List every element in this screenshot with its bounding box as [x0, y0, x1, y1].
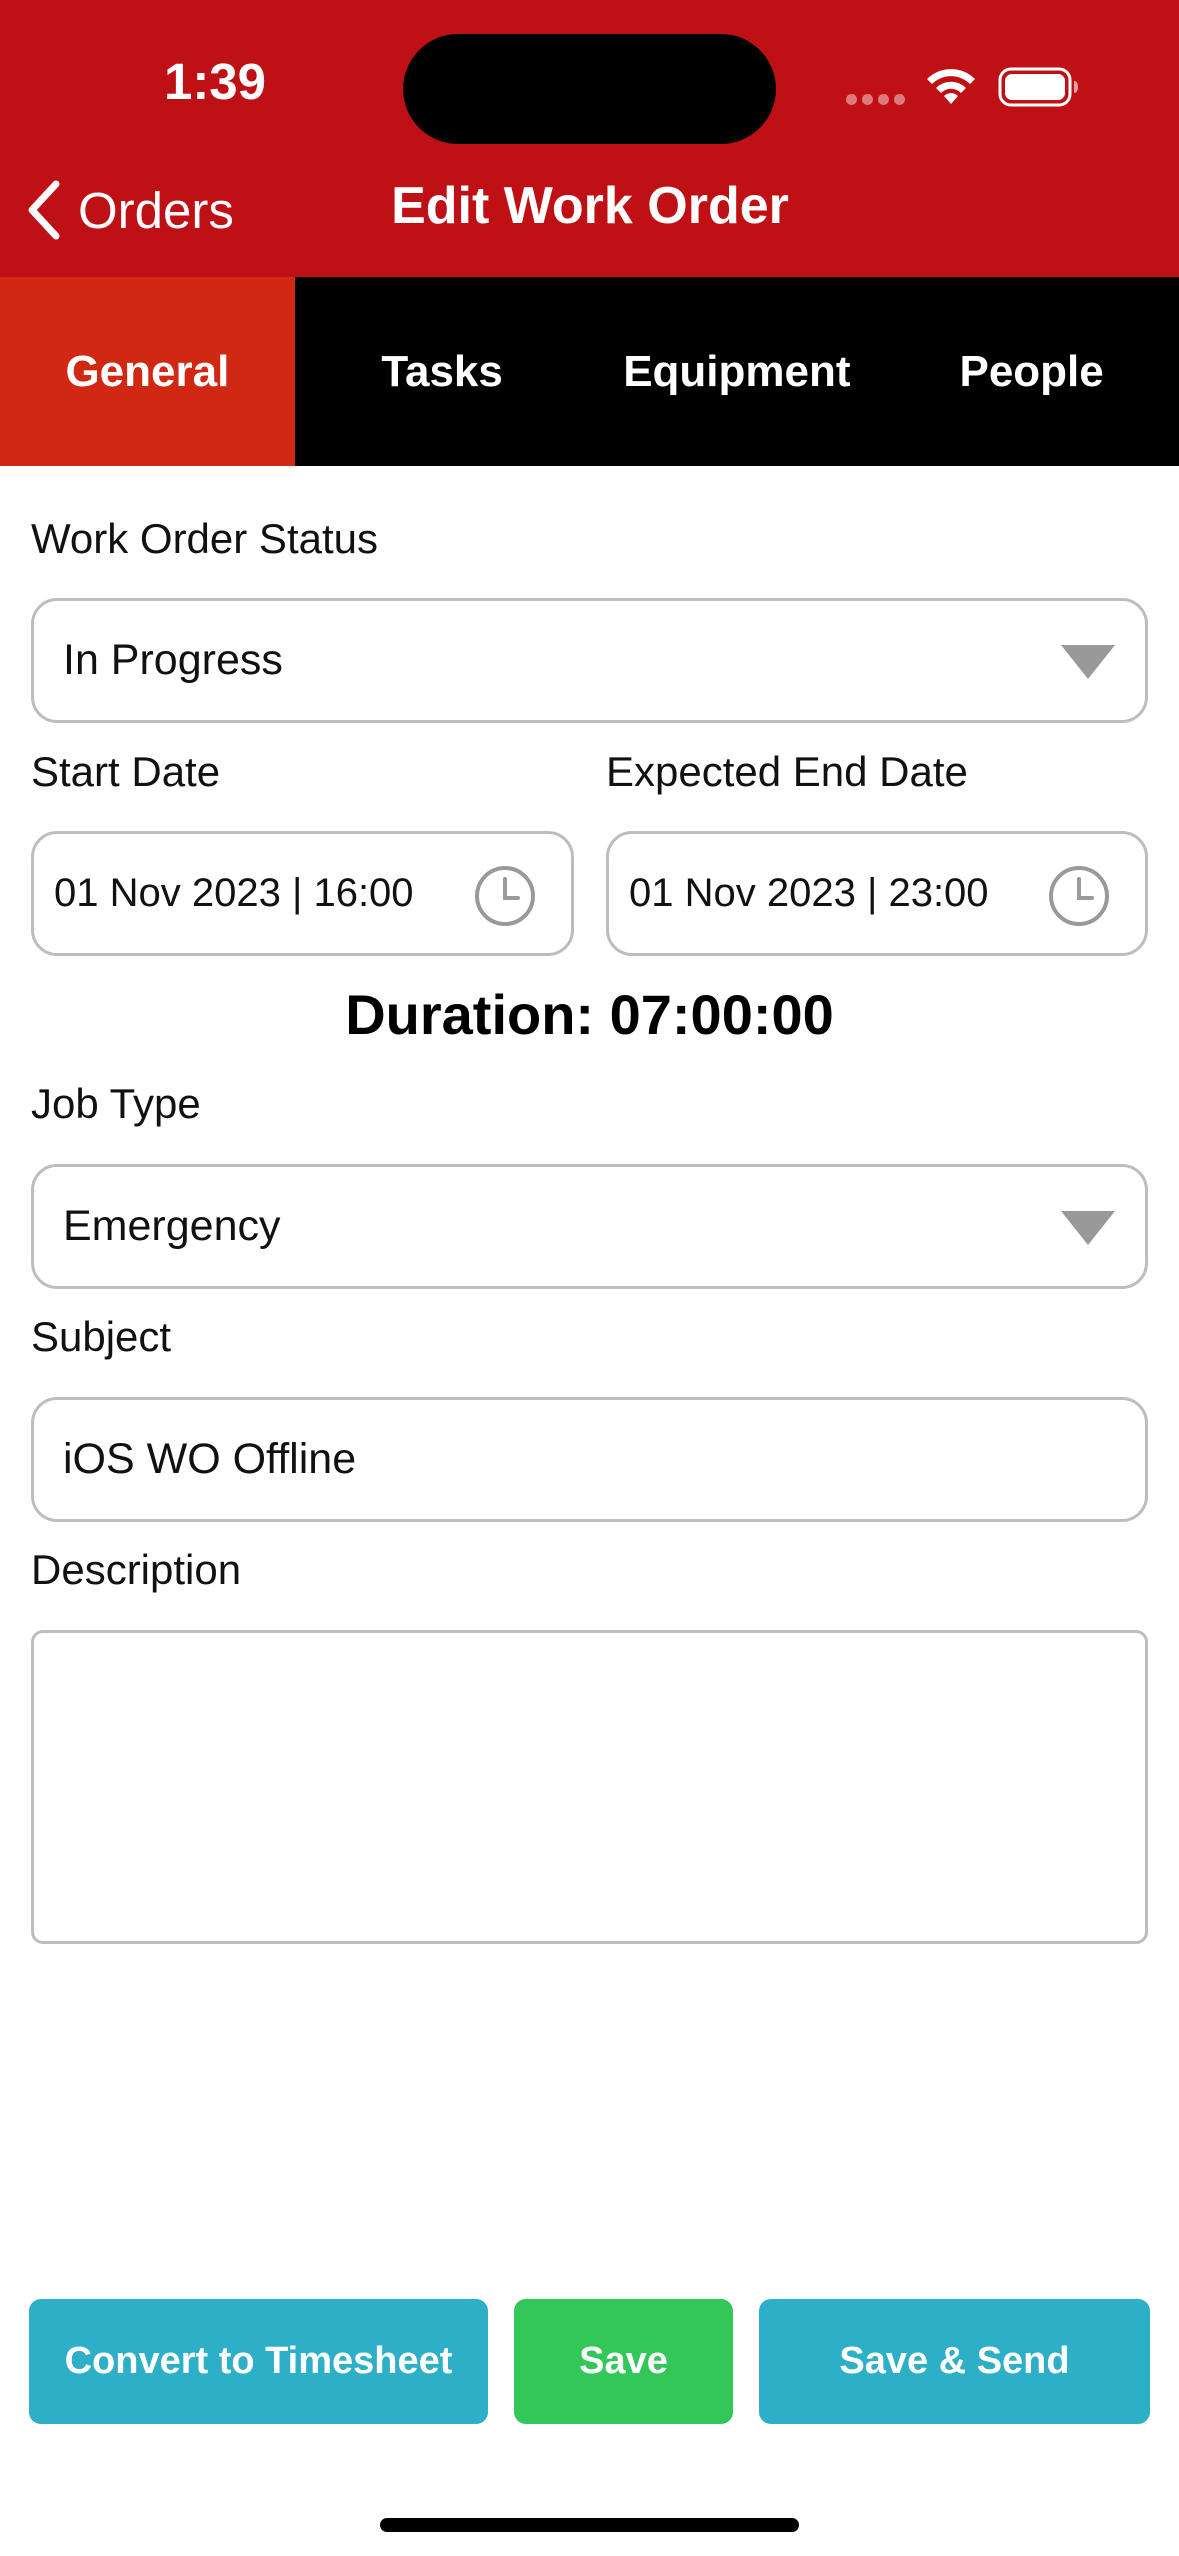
- save-button[interactable]: Save: [514, 2299, 733, 2424]
- tab-bar: General Tasks Equipment People: [0, 277, 1179, 466]
- battery-icon: [998, 67, 1078, 107]
- job-type-label: Job Type: [31, 1080, 201, 1127]
- page-title: Edit Work Order: [391, 177, 789, 235]
- status-dropdown[interactable]: In Progress: [31, 598, 1148, 723]
- start-date-value: 01 Nov 2023 | 16:00: [54, 871, 414, 915]
- end-date-value: 01 Nov 2023 | 23:00: [629, 871, 989, 915]
- tab-general[interactable]: General: [0, 277, 295, 466]
- start-date-label: Start Date: [31, 748, 221, 795]
- job-type-value: Emergency: [63, 1202, 281, 1250]
- home-indicator: [380, 2518, 799, 2532]
- tab-equipment[interactable]: Equipment: [590, 277, 885, 466]
- wifi-icon: [927, 69, 975, 104]
- status-value: In Progress: [63, 636, 283, 684]
- duration-text: Duration: 07:00:00: [345, 983, 834, 1046]
- cellular-signal-icon: [846, 94, 906, 106]
- tab-people[interactable]: People: [884, 277, 1179, 466]
- convert-to-timesheet-button[interactable]: Convert to Timesheet: [29, 2299, 488, 2424]
- dynamic-island: [403, 34, 776, 144]
- end-date-field[interactable]: 01 Nov 2023 | 23:00: [606, 831, 1148, 956]
- save-and-send-button[interactable]: Save & Send: [759, 2299, 1150, 2424]
- description-textarea[interactable]: [31, 1630, 1148, 1944]
- subject-label: Subject: [31, 1313, 172, 1360]
- clock-icon: [1049, 866, 1109, 926]
- subject-value: iOS WO Offline: [63, 1435, 357, 1483]
- description-label: Description: [31, 1546, 242, 1593]
- end-date-label: Expected End Date: [606, 748, 968, 795]
- status-label: Work Order Status: [31, 515, 378, 562]
- status-time: 1:39: [163, 53, 267, 110]
- chevron-left-icon: [28, 180, 60, 240]
- dropdown-caret-icon: [1061, 645, 1115, 679]
- subject-input[interactable]: iOS WO Offline: [31, 1397, 1148, 1522]
- dropdown-caret-icon: [1061, 1211, 1115, 1245]
- start-date-field[interactable]: 01 Nov 2023 | 16:00: [31, 831, 574, 956]
- tab-tasks[interactable]: Tasks: [295, 277, 590, 466]
- back-button-label: Orders: [78, 181, 234, 239]
- job-type-dropdown[interactable]: Emergency: [31, 1164, 1148, 1289]
- navigation-header: 1:39 Orders Edit Work Order: [0, 0, 1179, 277]
- clock-icon: [475, 866, 535, 926]
- back-button[interactable]: Orders: [24, 170, 234, 250]
